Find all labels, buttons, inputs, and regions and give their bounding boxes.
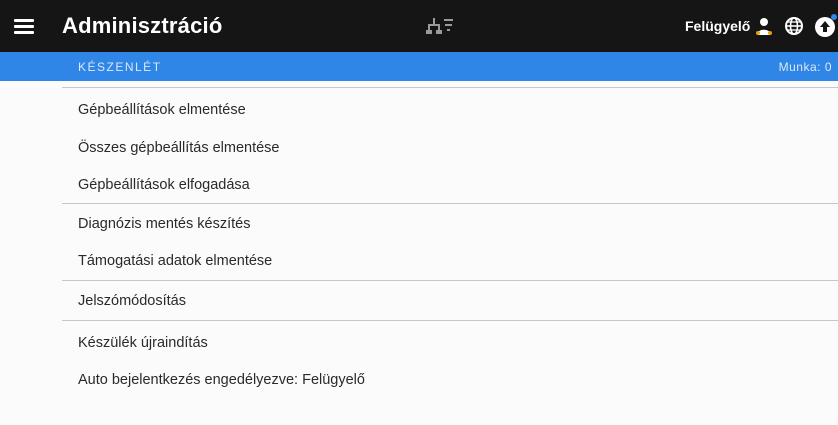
divider bbox=[62, 280, 838, 281]
menu-item-auto-login[interactable]: Auto bejelentkezés engedélyezve: Felügye… bbox=[78, 372, 365, 388]
menu-item-save-all-machine-settings[interactable]: Összes gépbeállítás elmentése bbox=[78, 140, 280, 156]
network-filter-icon bbox=[426, 18, 453, 34]
menu-item-create-diagnostic-backup[interactable]: Diagnózis mentés készítés bbox=[78, 216, 250, 232]
menu-item-restart-device[interactable]: Készülék újraindítás bbox=[78, 335, 208, 351]
status-bar: KÉSZENLÉT Munka: 0 bbox=[0, 52, 838, 81]
page-title: Adminisztráció bbox=[62, 13, 223, 38]
menu-item-save-support-data[interactable]: Támogatási adatok elmentése bbox=[78, 253, 272, 269]
globe-icon[interactable] bbox=[784, 16, 804, 36]
menu-item-change-password[interactable]: Jelszómódosítás bbox=[78, 293, 186, 309]
job-count: Munka: 0 bbox=[778, 60, 832, 74]
hamburger-icon[interactable] bbox=[14, 19, 34, 34]
divider bbox=[62, 320, 838, 321]
user-icon[interactable] bbox=[754, 16, 774, 36]
circle-arrow-icon[interactable] bbox=[814, 14, 838, 38]
top-app-bar: Adminisztráció Felügyelő bbox=[0, 0, 838, 52]
divider bbox=[62, 87, 838, 88]
status-text: KÉSZENLÉT bbox=[78, 60, 162, 74]
menu-item-save-machine-settings[interactable]: Gépbeállítások elmentése bbox=[78, 102, 246, 118]
divider bbox=[62, 203, 838, 204]
menu-item-accept-machine-settings[interactable]: Gépbeállítások elfogadása bbox=[78, 177, 250, 193]
user-name: Felügyelő bbox=[685, 18, 751, 34]
